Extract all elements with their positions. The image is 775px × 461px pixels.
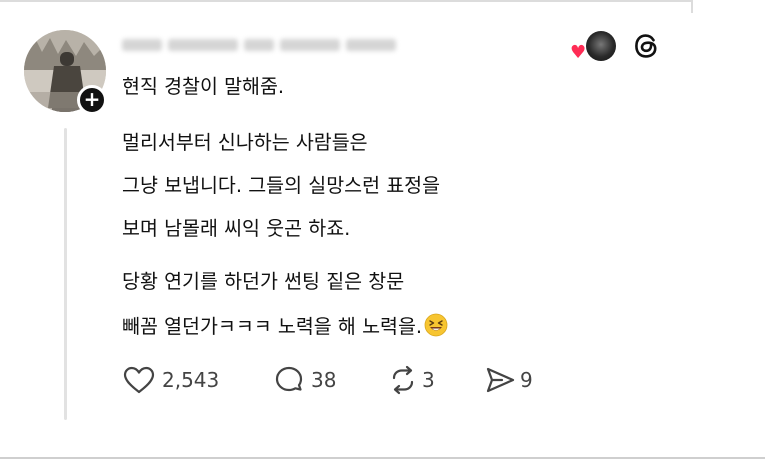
- repost-button[interactable]: 3: [386, 365, 435, 395]
- thread-line: [64, 128, 67, 420]
- liked-by-heart-icon: ♥: [570, 42, 587, 63]
- post-paragraph2-line2-wrap: 빼꼼 열던가ㅋㅋㅋ 노력을 해 노력을.: [122, 313, 448, 339]
- username-blurred[interactable]: [122, 34, 422, 52]
- frame-bottom-border: [0, 457, 765, 459]
- heart-icon: [123, 366, 155, 394]
- repost-icon: [392, 365, 414, 395]
- liked-by-avatar[interactable]: [586, 31, 616, 61]
- post-paragraph1-line3: 보며 남몰래 씨익 웃곤 하죠.: [122, 217, 351, 240]
- laughing-face-icon: [424, 313, 448, 337]
- threads-logo-icon[interactable]: [631, 31, 661, 61]
- share-count: 9: [520, 368, 533, 392]
- follow-plus-icon[interactable]: +: [77, 85, 107, 115]
- like-count: 2,543: [162, 368, 220, 392]
- frame-top-border: [0, 0, 692, 2]
- speech-bubble-icon: [275, 366, 303, 392]
- like-button[interactable]: 2,543: [122, 366, 219, 394]
- send-icon: [486, 367, 515, 393]
- post-paragraph2-line1: 당황 연기를 하던가 썬팅 짙은 창문: [122, 270, 405, 293]
- post-paragraph1-line1: 멀리서부터 신나하는 사람들은: [122, 131, 368, 154]
- post-paragraph2-line2: 빼꼼 열던가ㅋㅋㅋ 노력을 해 노력을.: [122, 315, 423, 338]
- post-paragraph1-line2: 그냥 보냅니다. 그들의 실망스런 표정을: [122, 174, 441, 197]
- post-intro: 현직 경찰이 말해줌.: [122, 75, 285, 98]
- reply-count: 38: [311, 368, 337, 392]
- frame-right-border: [691, 0, 693, 13]
- repost-count: 3: [422, 368, 435, 392]
- share-button[interactable]: 9: [484, 366, 533, 394]
- reply-button[interactable]: 38: [273, 366, 336, 394]
